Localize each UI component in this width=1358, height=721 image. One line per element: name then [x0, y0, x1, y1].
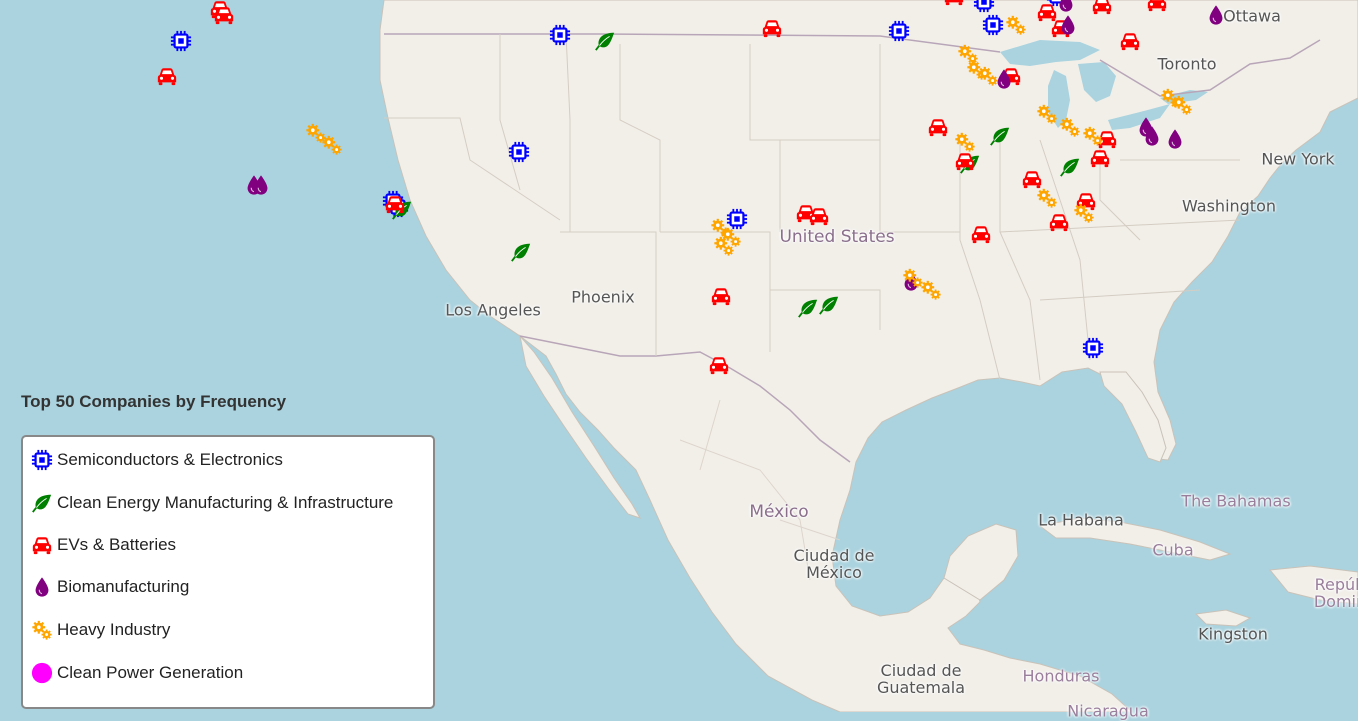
marker-ev[interactable]	[710, 285, 732, 307]
marker-ev[interactable]	[1091, 0, 1113, 16]
marker-semi[interactable]	[508, 141, 530, 163]
marker-ev[interactable]	[156, 65, 178, 87]
marker-semi[interactable]	[170, 30, 192, 52]
marker-heavy[interactable]	[321, 134, 343, 156]
legend-item-heavy: Heavy Industry	[31, 616, 170, 644]
chip-icon	[31, 449, 53, 471]
legend-item-ev: EVs & Batteries	[31, 531, 176, 559]
marker-semi[interactable]	[982, 14, 1004, 36]
marker-ev[interactable]	[1146, 0, 1168, 13]
marker-clean[interactable]	[510, 241, 532, 263]
label-ciudad-de-guatemala: Ciudad de Guatemala	[861, 663, 981, 697]
label-los-angeles: Los Angeles	[445, 303, 541, 320]
label-the-bahamas: The Bahamas	[1181, 494, 1290, 511]
marker-bio[interactable]	[1141, 125, 1163, 147]
label-la-habana: La Habana	[1038, 513, 1124, 530]
legend-label: Clean Power Generation	[57, 663, 243, 683]
label-republica-dominicana: Repúb Domin	[1310, 577, 1358, 611]
marker-clean[interactable]	[989, 125, 1011, 147]
marker-ev[interactable]	[1048, 211, 1070, 233]
marker-ev[interactable]	[808, 205, 830, 227]
label-honduras: Honduras	[1023, 669, 1100, 686]
marker-clean[interactable]	[797, 297, 819, 319]
marker-ev[interactable]	[384, 193, 406, 215]
legend-label: EVs & Batteries	[57, 535, 176, 555]
marker-bio[interactable]	[1057, 14, 1079, 36]
label-ciudad-de-mexico: Ciudad de México	[789, 548, 879, 582]
circle-icon	[31, 662, 53, 684]
marker-heavy[interactable]	[920, 279, 942, 301]
marker-ev[interactable]	[761, 17, 783, 39]
marker-heavy[interactable]	[977, 65, 999, 87]
label-toronto: Toronto	[1157, 57, 1216, 74]
marker-ev[interactable]	[1119, 30, 1141, 52]
marker-bio[interactable]	[1055, 0, 1077, 13]
marker-semi[interactable]	[549, 24, 571, 46]
marker-heavy[interactable]	[1171, 94, 1193, 116]
legend-label: Semiconductors & Electronics	[57, 450, 283, 470]
legend-item-clean: Clean Energy Manufacturing & Infrastruct…	[31, 489, 393, 517]
marker-semi[interactable]	[1082, 337, 1104, 359]
legend-item-bio: Biomanufacturing	[31, 573, 189, 601]
car-icon	[31, 534, 53, 556]
marker-heavy[interactable]	[713, 235, 735, 257]
marker-clean[interactable]	[1059, 156, 1081, 178]
marker-heavy[interactable]	[1059, 116, 1081, 138]
label-mexico: México	[749, 504, 808, 522]
marker-bio[interactable]	[250, 174, 272, 196]
legend-title: Top 50 Companies by Frequency	[21, 392, 286, 412]
label-nicaragua: Nicaragua	[1067, 704, 1149, 721]
label-ottawa: Ottawa	[1223, 9, 1281, 26]
label-united-states: United States	[779, 229, 894, 247]
label-phoenix: Phoenix	[571, 290, 634, 307]
marker-ev[interactable]	[1089, 147, 1111, 169]
legend: Semiconductors & Electronics Clean Energy…	[21, 435, 435, 709]
marker-heavy[interactable]	[1036, 187, 1058, 209]
marker-ev[interactable]	[708, 354, 730, 376]
marker-semi[interactable]	[973, 0, 995, 13]
legend-item-semi: Semiconductors & Electronics	[31, 446, 283, 474]
legend-label: Clean Energy Manufacturing & Infrastruct…	[57, 493, 393, 513]
marker-ev[interactable]	[213, 4, 235, 26]
label-washington: Washington	[1182, 199, 1276, 216]
marker-ev[interactable]	[927, 116, 949, 138]
marker-ev[interactable]	[943, 0, 965, 7]
label-kingston: Kingston	[1198, 627, 1268, 644]
marker-bio[interactable]	[1164, 128, 1186, 150]
marker-heavy[interactable]	[1005, 14, 1027, 36]
label-new-york: New York	[1261, 152, 1334, 169]
marker-heavy[interactable]	[1036, 103, 1058, 125]
gears-icon	[31, 619, 53, 641]
marker-heavy[interactable]	[954, 131, 976, 153]
marker-clean[interactable]	[594, 30, 616, 52]
droplet-icon	[31, 576, 53, 598]
legend-label: Biomanufacturing	[57, 577, 189, 597]
marker-semi[interactable]	[888, 20, 910, 42]
marker-ev[interactable]	[970, 223, 992, 245]
marker-clean[interactable]	[818, 294, 840, 316]
legend-label: Heavy Industry	[57, 620, 170, 640]
leaf-icon	[31, 492, 53, 514]
marker-heavy[interactable]	[1082, 125, 1104, 147]
legend-item-power: Clean Power Generation	[31, 659, 243, 687]
marker-bio[interactable]	[1205, 4, 1227, 26]
label-cuba: Cuba	[1152, 543, 1193, 560]
marker-heavy[interactable]	[1073, 202, 1095, 224]
